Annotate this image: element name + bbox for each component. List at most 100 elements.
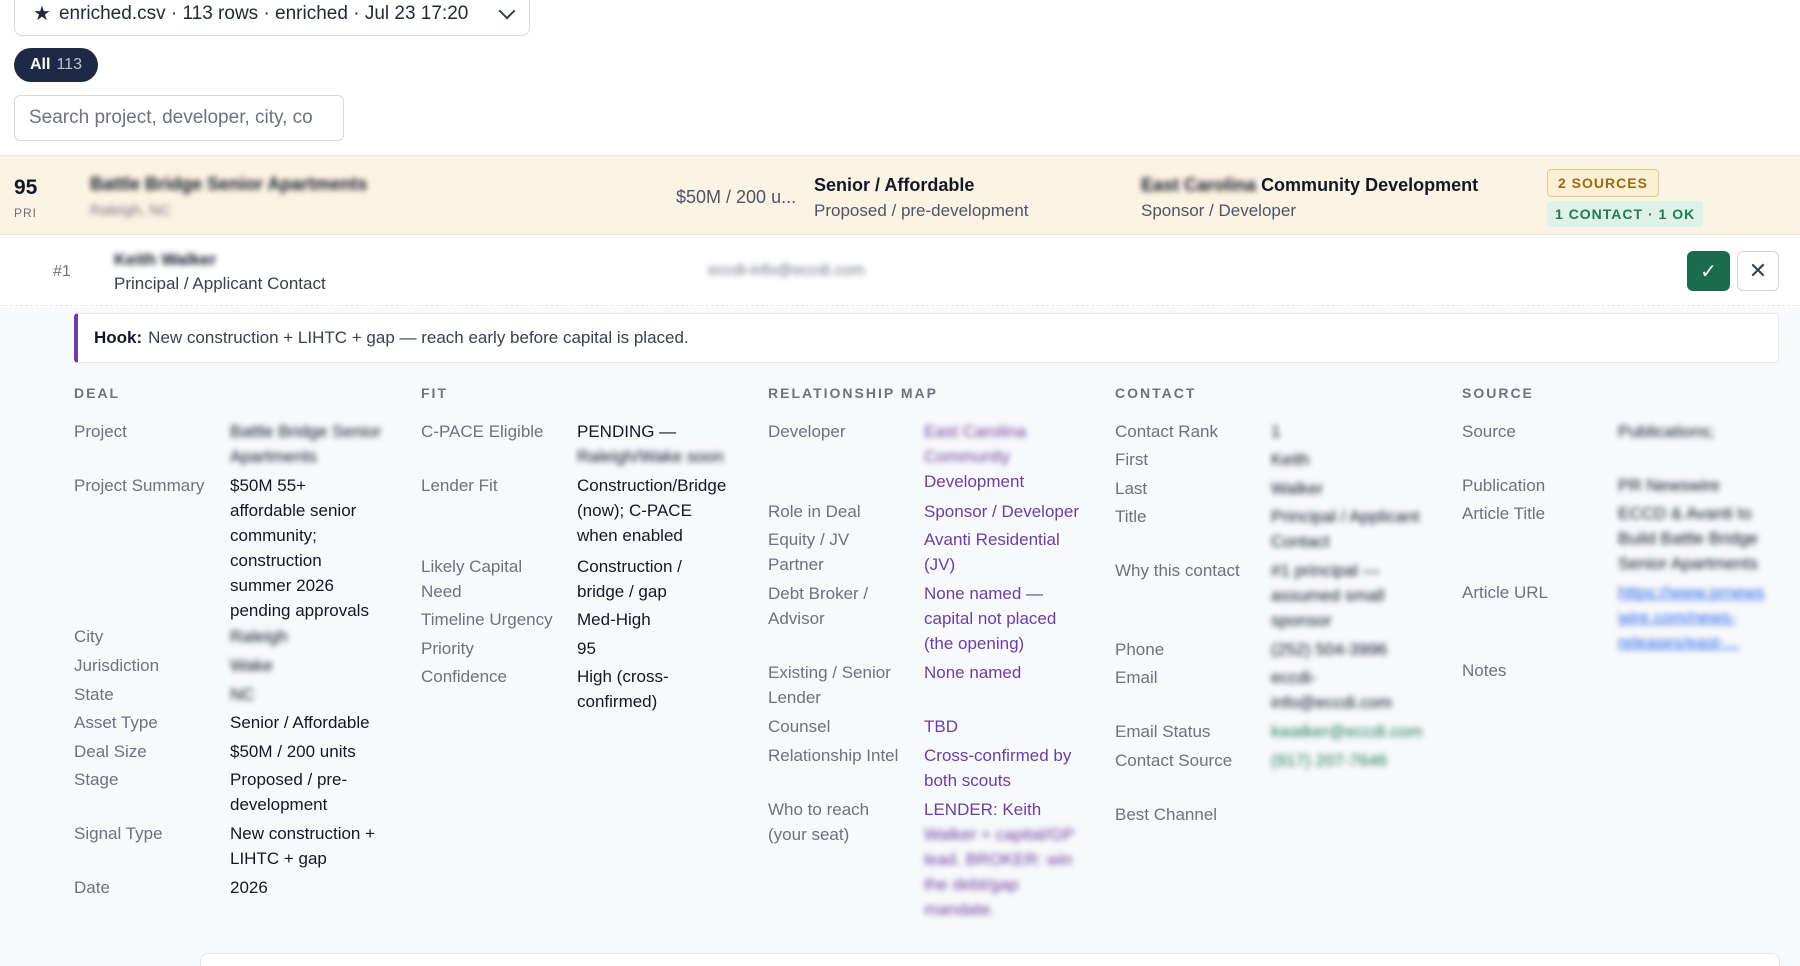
rel-field-value: LENDER: Keith Walker + capital/GP lead. BR…	[924, 797, 1074, 922]
contact-field-value: Keith	[1271, 447, 1310, 472]
approve-contact-button[interactable]: ✓	[1687, 251, 1730, 291]
field-value-line: assumed small	[1271, 586, 1385, 605]
field-value-line: sponsor	[1271, 611, 1332, 630]
field-label-line: State	[74, 685, 114, 704]
field-label-line: Title	[1115, 507, 1147, 526]
contact-field-label: Phone	[1115, 637, 1164, 662]
field-value-line: Raleigh/Wake soon	[577, 447, 724, 466]
field-label-line: Partner	[768, 555, 824, 574]
fit-field-value: 95	[577, 636, 596, 661]
field-value-line: LIHTC + gap	[230, 849, 327, 868]
field-value-line: Construction /	[577, 557, 682, 576]
next-card-edge	[200, 953, 1780, 966]
check-icon: ✓	[1700, 260, 1717, 283]
field-value-line: High (cross-	[577, 667, 669, 686]
fit-field-label: Confidence	[421, 664, 507, 689]
reject-contact-button[interactable]: ✕	[1737, 251, 1779, 291]
priority-score: 95	[14, 176, 38, 199]
rel-field-value: TBD	[924, 714, 958, 739]
contact-field-label: Last	[1115, 476, 1147, 501]
field-label-line: Advisor	[768, 609, 825, 628]
contact-field-value: Walker	[1271, 476, 1323, 501]
rel-field-label: Developer	[768, 419, 846, 444]
field-label-line: Jurisdiction	[74, 656, 160, 675]
deal-row[interactable]: 95 PRI Battle Bridge Senior Apartments R…	[0, 155, 1800, 235]
field-value-line: Walker + capital/GP	[924, 825, 1075, 844]
source-field-label: Publication	[1462, 473, 1545, 498]
source-field-value: Publications;	[1618, 419, 1714, 444]
field-label-line: Email Status	[1115, 722, 1211, 741]
field-value-line: eccdi-	[1271, 668, 1317, 687]
field-label-line: Debt Broker /	[768, 584, 869, 603]
hook-label: Hook:	[94, 328, 143, 347]
rel-field-label: Who to reach (your seat)	[768, 797, 869, 847]
field-value-line: Proposed / pre-	[230, 770, 348, 789]
rel-field-value: None named	[924, 660, 1021, 685]
field-value-line: 1	[1271, 422, 1281, 441]
field-value-line: TBD	[924, 717, 958, 736]
filter-all-pill[interactable]: All 113	[14, 48, 98, 82]
field-value-line: Build Battle Bridge	[1618, 529, 1758, 548]
contact-field-label: First	[1115, 447, 1148, 472]
filter-label: All	[30, 56, 51, 73]
field-value-line: Construction/Bridge	[577, 476, 727, 495]
deal-field-value: Senior / Affordable	[230, 710, 370, 735]
source-field-label: Notes	[1462, 658, 1506, 683]
field-label-line: Developer	[768, 422, 846, 441]
field-value-line: (917) 207-7646	[1271, 751, 1388, 770]
rel-field-value: None named — capital not placed (the openi…	[924, 581, 1056, 656]
field-value-line: Senior Apartments	[1618, 554, 1758, 573]
deal-size: $50M / 200 u...	[676, 187, 797, 207]
contact-field-value: eccdi-info@eccdi.com	[1271, 665, 1392, 715]
rel-field-value: Avanti Residential (JV)	[924, 527, 1060, 577]
file-selector[interactable]: ★ enriched.csv · 113 rows · enriched · J…	[14, 0, 530, 36]
field-value-line: Raleigh	[230, 627, 288, 646]
field-label-line: Notes	[1462, 661, 1507, 680]
field-label-line: Date	[74, 878, 110, 897]
field-value-line: Development	[924, 472, 1025, 491]
field-label-line: Timeline Urgency	[421, 610, 553, 629]
source-field-value: PR Newswire	[1618, 473, 1720, 498]
deal-field-value: $50M 55+ affordable senior community; const…	[230, 473, 369, 623]
field-label-line: C-PACE Eligible	[421, 422, 544, 441]
field-label-line: Existing / Senior	[768, 663, 891, 682]
field-value-line: development	[230, 795, 328, 814]
field-value-line: capital not placed	[924, 609, 1057, 628]
contact-field-value: (917) 207-7646	[1271, 748, 1387, 773]
field-value-line: both scouts	[924, 771, 1011, 790]
project-name: Battle Bridge Senior Apartments	[90, 174, 368, 194]
search-input[interactable]	[14, 95, 344, 141]
contact-field-value: (252) 504-3996	[1271, 637, 1387, 662]
contacts-badge: 1 CONTACT · 1 OK	[1547, 201, 1704, 227]
rel-field-value: Sponsor / Developer	[924, 499, 1079, 524]
field-value-line: 95	[577, 639, 596, 658]
close-icon: ✕	[1748, 258, 1768, 283]
field-value-line: lead. BROKER: win	[924, 850, 1073, 869]
field-label-line: Project	[74, 422, 127, 441]
contact-field-label: Contact Source	[1115, 748, 1232, 773]
field-value-line[interactable]: wire.com/news-	[1618, 605, 1764, 630]
contact-row[interactable]: #1 Keith Walker Principal / Applicant Co…	[0, 236, 1800, 306]
project-location: Raleigh, NC	[90, 202, 171, 219]
deal-field-value: New construction + LIHTC + gap	[230, 821, 375, 871]
field-label-line: Why this contact	[1115, 561, 1240, 580]
field-value-line: Community	[924, 447, 1010, 466]
field-value-line: Walker	[1271, 479, 1324, 498]
deal-field-label: Stage	[74, 767, 118, 792]
field-label-line: Lender Fit	[421, 476, 498, 495]
rel-field-label: Debt Broker / Advisor	[768, 581, 868, 631]
contact-field-value: Principal / Applicant Contact	[1271, 504, 1419, 554]
field-label-line: Publication	[1462, 476, 1546, 495]
fit-section-header: FIT	[421, 385, 448, 401]
source-field-value[interactable]: https://www.prnews wire.com/news-releases…	[1618, 580, 1764, 655]
fit-field-label: Priority	[421, 636, 474, 661]
field-value-line[interactable]: releases/east-...	[1618, 630, 1764, 655]
fit-field-label: C-PACE Eligible	[421, 419, 544, 444]
star-icon: ★	[33, 3, 51, 25]
field-label-line: Article Title	[1462, 504, 1546, 523]
asset-type: Senior / Affordable	[814, 175, 975, 195]
deal-field-label: Deal Size	[74, 739, 147, 764]
field-value-line: Apartments	[230, 447, 317, 466]
rel-field-label: Equity / JV Partner	[768, 527, 849, 577]
field-value-line[interactable]: https://www.prnews	[1618, 580, 1764, 605]
